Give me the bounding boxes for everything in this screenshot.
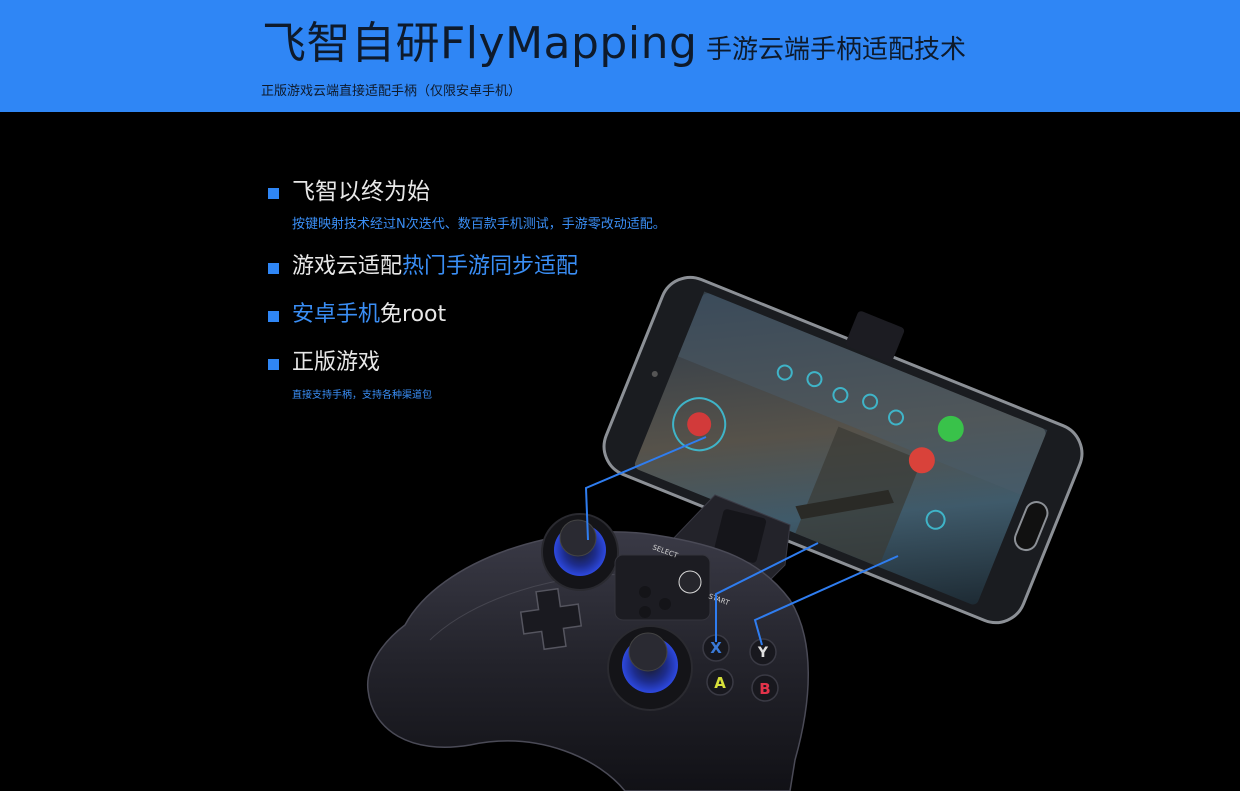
svg-text:Y: Y	[757, 645, 769, 661]
face-button-b[interactable]: B	[751, 674, 779, 702]
right-thumbstick[interactable]	[607, 625, 693, 711]
home-logo-button[interactable]	[678, 570, 702, 594]
menu-button[interactable]	[659, 598, 671, 610]
back-button[interactable]	[639, 586, 651, 598]
face-button-a[interactable]: A	[706, 668, 734, 696]
product-illustration: SELECT START X Y A B	[367, 275, 1084, 791]
small-button[interactable]	[639, 606, 651, 618]
svg-text:B: B	[759, 680, 770, 698]
left-thumbstick[interactable]	[541, 513, 619, 591]
face-button-y[interactable]: Y	[749, 638, 777, 666]
svg-text:A: A	[714, 674, 726, 692]
